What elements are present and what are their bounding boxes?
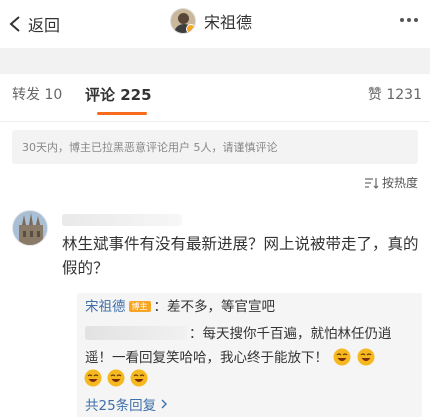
tab-repost[interactable]: 转发 10 [12, 84, 62, 104]
chevron-right-icon [161, 399, 168, 409]
blurred-reply-author [85, 326, 187, 340]
author-badge: 博主 [128, 301, 151, 312]
user-avatar[interactable] [170, 8, 196, 34]
commenter-avatar[interactable] [12, 210, 48, 246]
active-tab-indicator [97, 112, 147, 115]
laughing-emoji-icon [130, 369, 148, 387]
tab-comment[interactable]: 评论 225 [85, 84, 152, 105]
interaction-tabs: 转发 10 评论 225 赞 1231 [0, 74, 430, 122]
laughing-emoji-icon [84, 369, 102, 387]
laughing-emoji-icon [107, 369, 125, 387]
section-divider [0, 48, 430, 74]
tab-like[interactable]: 赞 1231 [368, 84, 422, 104]
laughing-emoji-icon [357, 348, 375, 366]
chevron-left-icon [9, 16, 20, 32]
emoji-row [83, 369, 148, 387]
reply-colon: ： [153, 299, 168, 315]
top-nav-bar: 返回 宋祖德 [0, 0, 430, 48]
reply-author[interactable]: 宋祖德 [85, 299, 126, 315]
reply-text: 差不多，等官宣吧 [167, 299, 275, 315]
reply-box[interactable]: 宋祖德 博主 ：差不多，等官宣吧 ：每天搜你千百遍，就怕林任仍逍遥！一看回复笑哈哈，… [77, 293, 422, 417]
laughing-emoji-icon [333, 348, 351, 366]
comment-text: 林生斌事件有没有最新进展？网上说被带走了，真的假的？ [62, 235, 419, 277]
sort-label: 按热度 [381, 176, 418, 190]
sort-button[interactable]: 按热度 [364, 174, 418, 191]
more-dots-icon[interactable] [400, 18, 418, 22]
more-replies-link[interactable]: 共25条回复 [85, 394, 168, 414]
cathedral-image [13, 211, 47, 245]
reply-item: 宋祖德 博主 ：差不多，等官宣吧 [85, 298, 275, 316]
nav-user[interactable]: 宋祖德 [170, 8, 252, 34]
sort-icon [364, 177, 379, 189]
reply-item: ：每天搜你千百遍，就怕林任仍逍遥！一看回复笑哈哈，我心终于能放下！ [85, 322, 415, 370]
page-title: 宋祖德 [204, 13, 253, 32]
back-button[interactable]: 返回 [8, 12, 60, 36]
blocked-users-notice: 30天内，博主已拉黑恶意评论用户 5人，请谨慎评论 [12, 130, 418, 164]
back-label: 返回 [28, 16, 61, 35]
more-replies-label: 共25条回复 [85, 398, 157, 414]
blurred-author-name [62, 214, 182, 226]
verified-badge-icon [186, 24, 195, 33]
